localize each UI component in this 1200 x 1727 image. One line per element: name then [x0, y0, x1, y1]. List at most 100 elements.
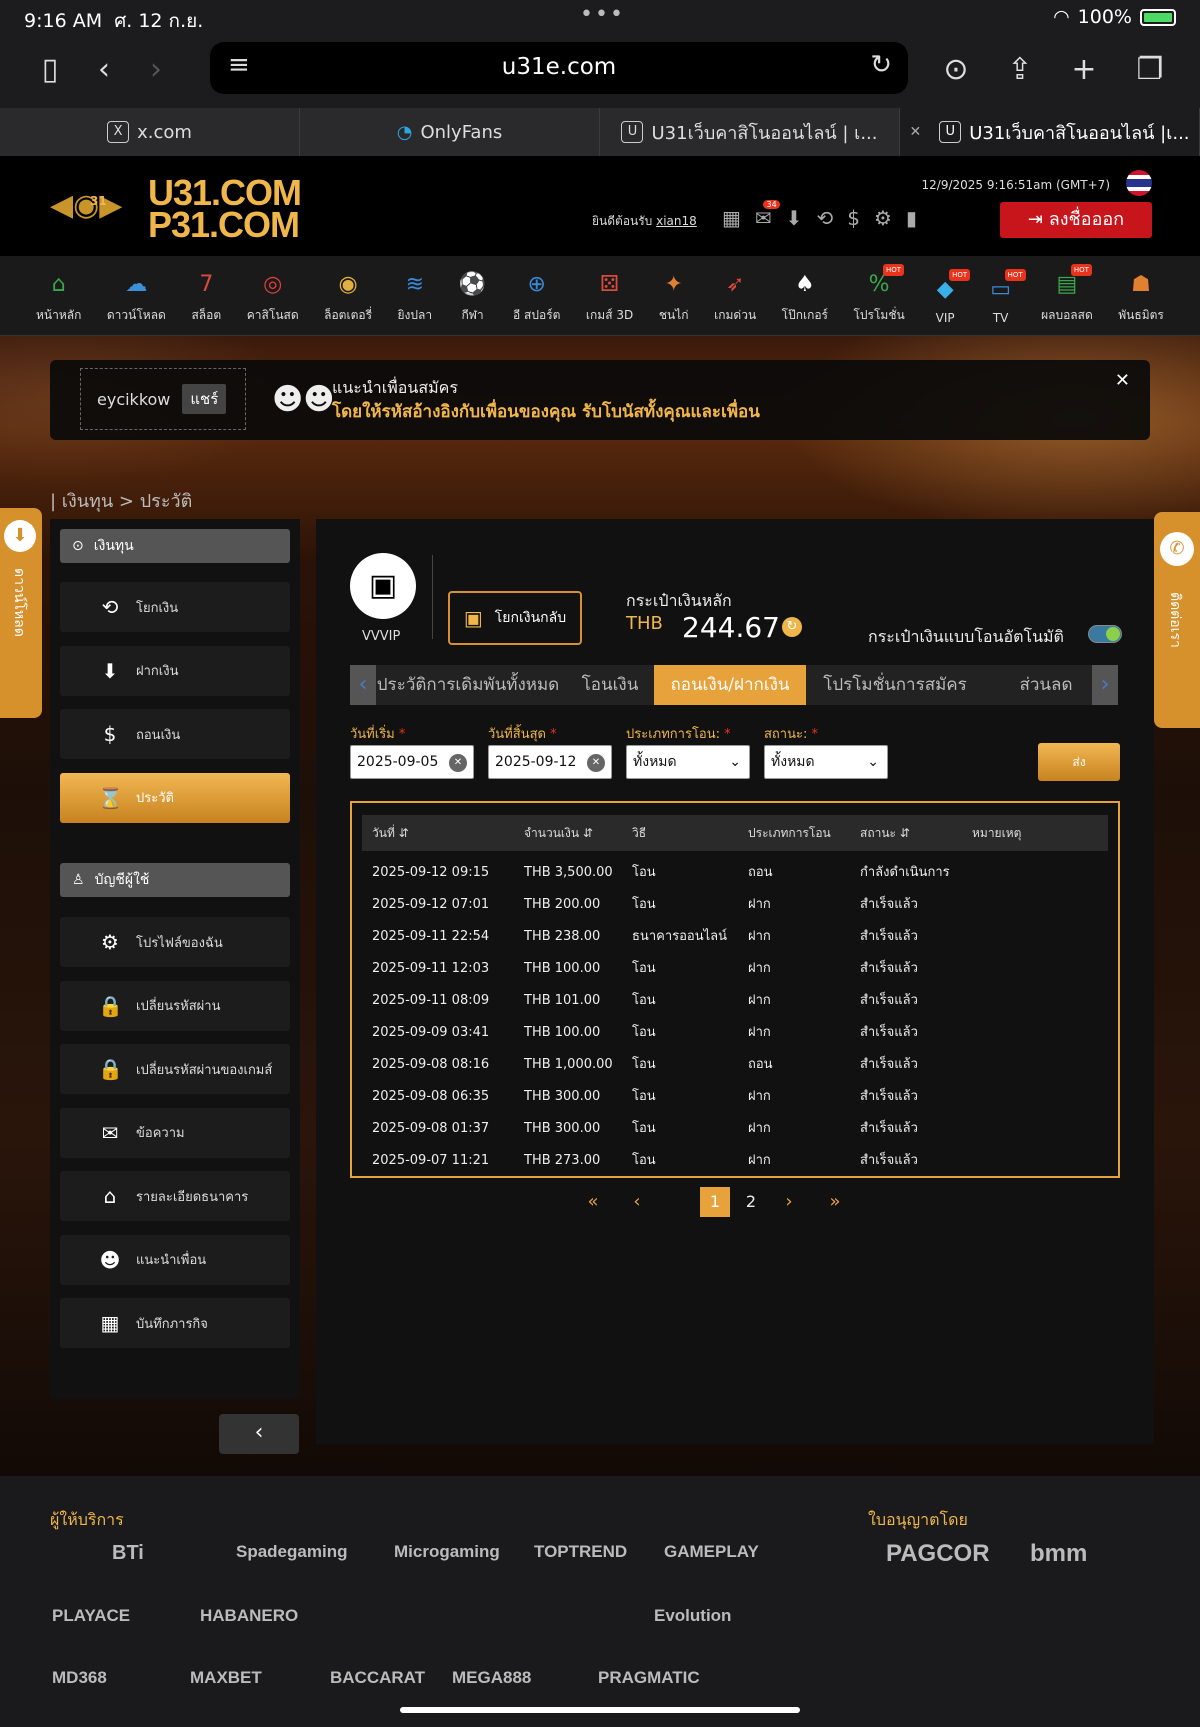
calendar-icon[interactable]: ▦: [722, 206, 741, 230]
nav-item-16[interactable]: ☗ พันธมิตร: [1118, 256, 1164, 335]
prev-page-button[interactable]: ‹: [622, 1187, 652, 1217]
friends-icon: ☻: [99, 1247, 121, 1272]
nav-item-4[interactable]: ◉ ล็อตเตอรี่: [324, 256, 372, 335]
tab-withdraw-deposit[interactable]: ถอนเงิน/ฝากเงิน: [654, 665, 806, 705]
next-page-button[interactable]: ›: [774, 1187, 804, 1217]
thai-flag-icon[interactable]: [1126, 170, 1152, 196]
sidebar-item-gears[interactable]: ⚙ โปรไฟล์ของฉัน: [60, 917, 290, 967]
table-row: 2025-09-11 12:03 THB 100.00 โอน ฝาก สำเร็จแล…: [362, 953, 1108, 985]
nav-item-8[interactable]: ⚄ เกมส์ 3D: [586, 256, 633, 335]
nav-item-13[interactable]: ◆ VIP: [930, 256, 971, 335]
nav-item-5[interactable]: ≋ ยิงปลา: [397, 256, 432, 335]
share-button[interactable]: แชร์: [182, 384, 227, 414]
username-link[interactable]: xian18: [656, 214, 697, 228]
avatar[interactable]: ▣: [350, 553, 416, 619]
first-page-button[interactable]: «: [578, 1187, 608, 1217]
phone-icon[interactable]: ▮: [906, 206, 917, 230]
status-select[interactable]: ทั้งหมด ⌄: [764, 745, 888, 779]
forward-icon[interactable]: ›: [134, 48, 178, 92]
logout-button[interactable]: ⇥ ลงชื่อออก: [1000, 202, 1152, 238]
table-row: 2025-09-08 01:37 THB 300.00 โอน ฝาก สำเร็จแล…: [362, 1113, 1108, 1145]
sidebar-item-transfer[interactable]: ⟲ โยกเงิน: [60, 582, 290, 632]
download-icon[interactable]: ⊙: [934, 48, 978, 92]
tab-signup-promotion[interactable]: โปรโมชั่นการสมัคร: [810, 665, 980, 705]
nav-item-15[interactable]: ▤ ผลบอลสด: [1041, 256, 1093, 335]
clear-icon[interactable]: ✕: [449, 754, 467, 772]
sidebar-item-friends[interactable]: ☻ แนะนำเพื่อน: [60, 1234, 290, 1285]
table-cell: โอน: [632, 961, 656, 976]
sidebar-item-hourglass[interactable]: ⌛ ประวัติ: [60, 772, 290, 823]
home-indicator[interactable]: [400, 1707, 800, 1713]
subtab-prev-icon[interactable]: ‹: [350, 665, 376, 705]
nav-item-0[interactable]: ⌂ หน้าหลัก: [36, 256, 81, 335]
multitask-dots[interactable]: •••: [580, 2, 625, 27]
page-2-button[interactable]: 2: [736, 1187, 766, 1217]
sidebar-item-envelope[interactable]: ✉ ข้อความ: [60, 1107, 290, 1158]
nav-item-12[interactable]: % โปรโมชั่น: [853, 256, 905, 335]
browser-tab-u31-1[interactable]: U U31เว็บคาสิโนออนไลน์ | เ...: [600, 108, 900, 156]
clear-icon[interactable]: ✕: [587, 754, 605, 772]
auto-transfer-toggle[interactable]: [1088, 625, 1122, 643]
table-cell: 2025-09-08 01:37: [372, 1121, 490, 1136]
submit-button[interactable]: ส่ง: [1038, 743, 1120, 781]
sidebar-item-calendar[interactable]: ▦ บันทึกภารกิจ: [60, 1298, 290, 1348]
transfer-type-select[interactable]: ทั้งหมด ⌄: [626, 745, 750, 779]
provider-logo: Evolution: [654, 1606, 732, 1625]
subtab-next-icon[interactable]: ›: [1092, 665, 1118, 705]
nav-item-2[interactable]: 7 สล็อต: [191, 256, 221, 335]
column-header[interactable]: วันที่ ⇵: [372, 815, 409, 851]
nav-item-10[interactable]: ➶ เกมด่วน: [714, 256, 756, 335]
browser-tab-u31-active[interactable]: ✕ U U31เว็บคาสิโนออนไลน์ |เ...: [900, 108, 1200, 156]
address-bar[interactable]: ≡ u31e.com ↻: [210, 42, 908, 94]
last-page-button[interactable]: »: [820, 1187, 850, 1217]
table-cell: โอน: [632, 1057, 656, 1072]
tab-overview-icon[interactable]: ❐: [1128, 48, 1172, 92]
tab-transfer[interactable]: โอนเงิน: [568, 665, 652, 705]
share-icon[interactable]: ⇪: [998, 48, 1042, 92]
page-1-button[interactable]: 1: [700, 1187, 730, 1217]
site-logo[interactable]: ◀◉▶ 31 U31.COM P31.COM: [50, 172, 330, 245]
sidebar-item-withdraw[interactable]: $ ถอนเงิน: [60, 709, 290, 759]
nav-item-1[interactable]: ☁ ดาวน์โหลด: [107, 256, 166, 335]
browser-tab-onlyfans[interactable]: ◔ OnlyFans: [300, 108, 600, 156]
column-header[interactable]: จำนวนเงิน ⇵: [524, 815, 593, 851]
sidebar-item-lock[interactable]: 🔒 เปลี่ยนรหัสผ่านของเกมส์: [60, 1044, 290, 1094]
deposit-icon[interactable]: ⬇: [786, 206, 803, 230]
new-tab-icon[interactable]: +: [1062, 48, 1106, 92]
sidebar-collapse-button[interactable]: ‹: [219, 1414, 299, 1454]
transfer-icon[interactable]: ⟲: [816, 206, 833, 230]
withdraw-icon[interactable]: $: [847, 206, 860, 230]
table-cell: 2025-09-12 07:01: [372, 897, 490, 912]
close-icon[interactable]: ✕: [1115, 370, 1130, 391]
back-icon[interactable]: ‹: [82, 48, 126, 92]
end-date-input[interactable]: 2025-09-12 ✕: [488, 745, 612, 779]
withdraw-back-button[interactable]: ▣ โยกเงินกลับ: [448, 591, 582, 645]
nav-item-6[interactable]: ⚽ กีฬา: [458, 256, 488, 335]
sidebar-item-bank[interactable]: ⌂ รายละเอียดธนาคาร: [60, 1171, 290, 1221]
contact-side-tab[interactable]: ✆ ติดต่อเรา: [1154, 512, 1200, 728]
table-cell: กำลังดำเนินการ: [860, 865, 950, 880]
nav-item-3[interactable]: ◎ คาสิโนสด: [247, 256, 299, 335]
nav-item-7[interactable]: ⊕ อี สปอร์ต: [513, 256, 560, 335]
nav-item-14[interactable]: ▭ TV: [986, 256, 1026, 335]
reload-icon[interactable]: ↻: [870, 50, 892, 80]
tab-close-icon[interactable]: ✕: [909, 124, 921, 140]
start-date-input[interactable]: 2025-09-05 ✕: [350, 745, 474, 779]
refresh-balance-icon[interactable]: ↻: [782, 617, 802, 637]
table-cell: ฝาก: [748, 929, 771, 944]
sidebar-item-lock[interactable]: 🔒 เปลี่ยนรหัสผ่าน: [60, 980, 290, 1031]
tab-discount[interactable]: ส่วนลด: [986, 665, 1106, 705]
browser-tab-x[interactable]: Xx.com: [0, 108, 300, 156]
table-cell: ฝาก: [748, 993, 771, 1008]
calendar-icon: ▦: [100, 1311, 120, 1335]
column-header[interactable]: สถานะ ⇵: [860, 815, 910, 851]
nav-item-11[interactable]: ♠ โป๊กเกอร์: [782, 256, 828, 335]
sidebar-toggle-icon[interactable]: ▯: [28, 48, 72, 92]
partners-icon: ☗: [1131, 272, 1151, 297]
tab-all-bets[interactable]: ประวัติการเดิมพันทั้งหมด: [370, 665, 566, 705]
settings-icon[interactable]: ⚙: [874, 206, 892, 230]
sidebar-item-deposit[interactable]: ⬇ ฝากเงิน: [60, 645, 290, 696]
mail-icon[interactable]: ✉ 34: [755, 200, 780, 230]
download-side-tab[interactable]: ⬇ ดาวน์โหลด: [0, 508, 42, 718]
nav-item-9[interactable]: ✦ ชนไก่: [659, 256, 689, 335]
